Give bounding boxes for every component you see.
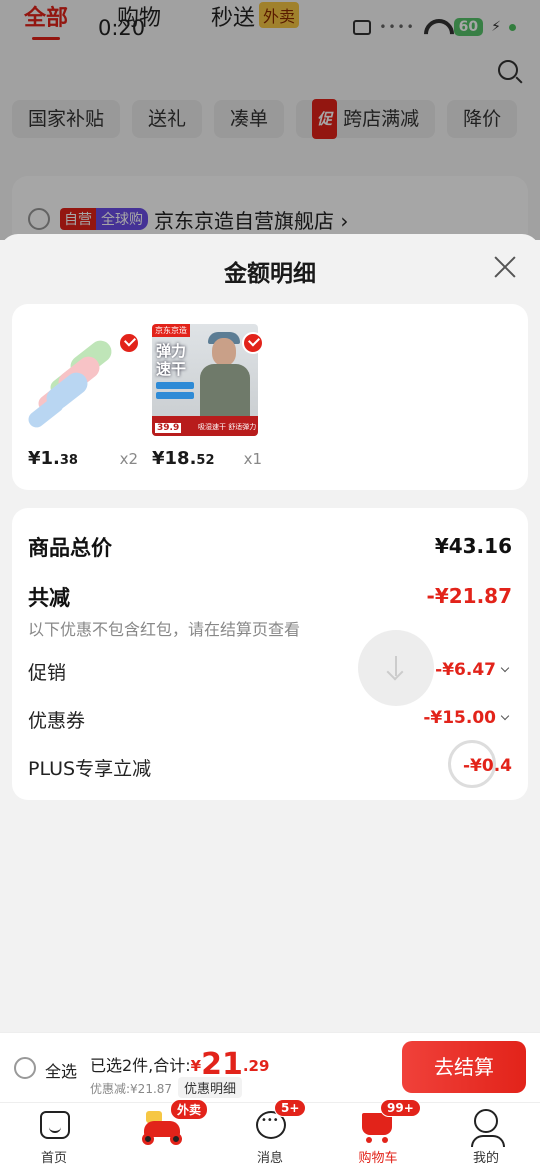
- price-detail-card: 商品总价 ¥43.16 共减 -¥21.87 以下优惠不包含红包，请在结算页查看…: [12, 508, 528, 800]
- discount-note: 以下优惠不包含红包，请在结算页查看: [28, 620, 301, 639]
- close-icon[interactable]: [492, 254, 518, 280]
- product-quantity: x2: [119, 450, 138, 468]
- product-item[interactable]: 京东京造 弹力速干 39.9 吸湿速干 舒适弹力 ¥18.52 x1: [152, 324, 264, 474]
- product-price: ¥1.38: [28, 448, 78, 469]
- discount-detail-button[interactable]: 优惠明细: [178, 1077, 243, 1098]
- overlay-mask[interactable]: [0, 0, 540, 240]
- total-label: 商品总价: [28, 536, 112, 560]
- sheet-title: 金额明细: [224, 261, 316, 287]
- checkout-button[interactable]: 去结算: [402, 1041, 526, 1093]
- products-card: ¥1.38 x2 京东京造 弹力速干 39.9 吸湿速干 舒适弹力 ¥18.52…: [12, 304, 528, 490]
- product-price: ¥18.52: [152, 448, 215, 469]
- promotion-value[interactable]: -¥6.47: [435, 660, 510, 680]
- profile-icon: [471, 1109, 505, 1147]
- select-all-label[interactable]: 全选: [45, 1058, 77, 1082]
- home-icon: [40, 1111, 70, 1139]
- nav-cart[interactable]: 99+ 购物车: [324, 1099, 432, 1170]
- nav-delivery[interactable]: 外卖: [108, 1099, 216, 1170]
- plus-value: -¥0.4: [463, 756, 512, 776]
- nav-profile[interactable]: 我的: [432, 1103, 540, 1170]
- checkout-bar: 全选 已选2件,合计:¥21.29 优惠减:¥21.87 优惠明细 去结算: [0, 1032, 540, 1102]
- background-page: 0:20 •••• 60 ⚡ 全部 购物 秒送 外卖 国家补贴 送礼 凑单 促跨店…: [0, 0, 540, 256]
- product-item[interactable]: ¥1.38 x2: [28, 324, 140, 474]
- nav-cart-badge: 99+: [380, 1099, 421, 1117]
- nav-delivery-badge: 外卖: [170, 1099, 209, 1120]
- check-icon: [118, 332, 140, 354]
- promotion-label: 促销: [28, 662, 67, 684]
- checkout-discount: 优惠减:¥21.87 优惠明细: [90, 1077, 243, 1098]
- chevron-down-icon: [500, 711, 510, 721]
- reduce-label: 共减: [28, 586, 70, 610]
- select-all-radio[interactable]: [14, 1057, 36, 1079]
- nav-messages[interactable]: 5+ 消息: [216, 1099, 324, 1170]
- product-quantity: x1: [243, 450, 262, 468]
- nav-profile-label: 我的: [472, 1151, 499, 1166]
- reduce-value: -¥21.87: [426, 584, 512, 608]
- scroll-down-button[interactable]: [358, 630, 434, 706]
- coupon-value[interactable]: -¥15.00: [423, 708, 510, 728]
- nav-messages-badge: 5+: [274, 1099, 307, 1117]
- nav-messages-label: 消息: [256, 1151, 283, 1166]
- nav-home[interactable]: 首页: [0, 1103, 108, 1170]
- plus-label: PLUS专享立减: [28, 758, 152, 780]
- amount-detail-sheet: 金额明细 ¥1.38 x2 京东京造 弹力速干 39.9 吸湿速干 舒适弹力 ¥…: [0, 234, 540, 1170]
- bottom-nav: 首页 外卖 5+ 消息 99+ 购物车 我的: [0, 1099, 540, 1170]
- chevron-down-icon: [500, 663, 510, 673]
- total-value: ¥43.16: [434, 534, 512, 558]
- coupon-label: 优惠券: [28, 710, 86, 732]
- nav-home-label: 首页: [40, 1151, 67, 1166]
- check-icon: [242, 332, 264, 354]
- nav-cart-label: 购物车: [358, 1151, 398, 1166]
